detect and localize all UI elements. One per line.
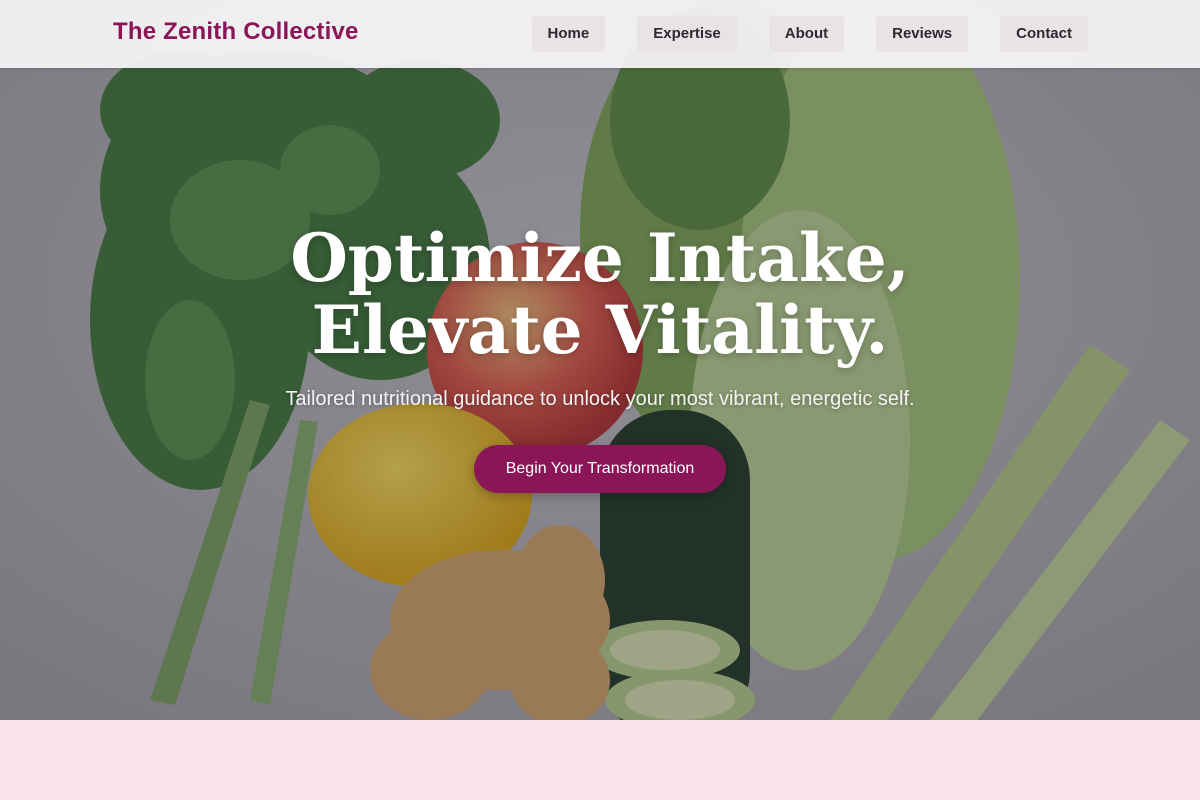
nav-link-reviews[interactable]: Reviews <box>876 16 969 52</box>
hero-title-line-2: Elevate Vitality. <box>311 291 889 369</box>
begin-transformation-button[interactable]: Begin Your Transformation <box>473 445 727 493</box>
nav-link-home[interactable]: Home <box>531 16 606 52</box>
hero-content: Optimize Intake, Elevate Vitality. Tailo… <box>0 222 1200 493</box>
hero-title-line-1: Optimize Intake, <box>290 219 910 297</box>
nav-link-expertise[interactable]: Expertise <box>637 16 737 52</box>
hero-subtitle: Tailored nutritional guidance to unlock … <box>285 388 915 410</box>
next-section <box>0 720 1200 800</box>
nav-link-about[interactable]: About <box>768 16 845 52</box>
top-navbar: The Zenith Collective Home Expertise Abo… <box>0 0 1200 68</box>
brand-logo[interactable]: The Zenith Collective <box>113 18 359 46</box>
hero-section: Optimize Intake, Elevate Vitality. Tailo… <box>0 0 1200 720</box>
main-nav: Home Expertise About Reviews Contact <box>531 16 1088 52</box>
hero-title: Optimize Intake, Elevate Vitality. <box>0 222 1200 366</box>
nav-link-contact[interactable]: Contact <box>1000 16 1088 52</box>
